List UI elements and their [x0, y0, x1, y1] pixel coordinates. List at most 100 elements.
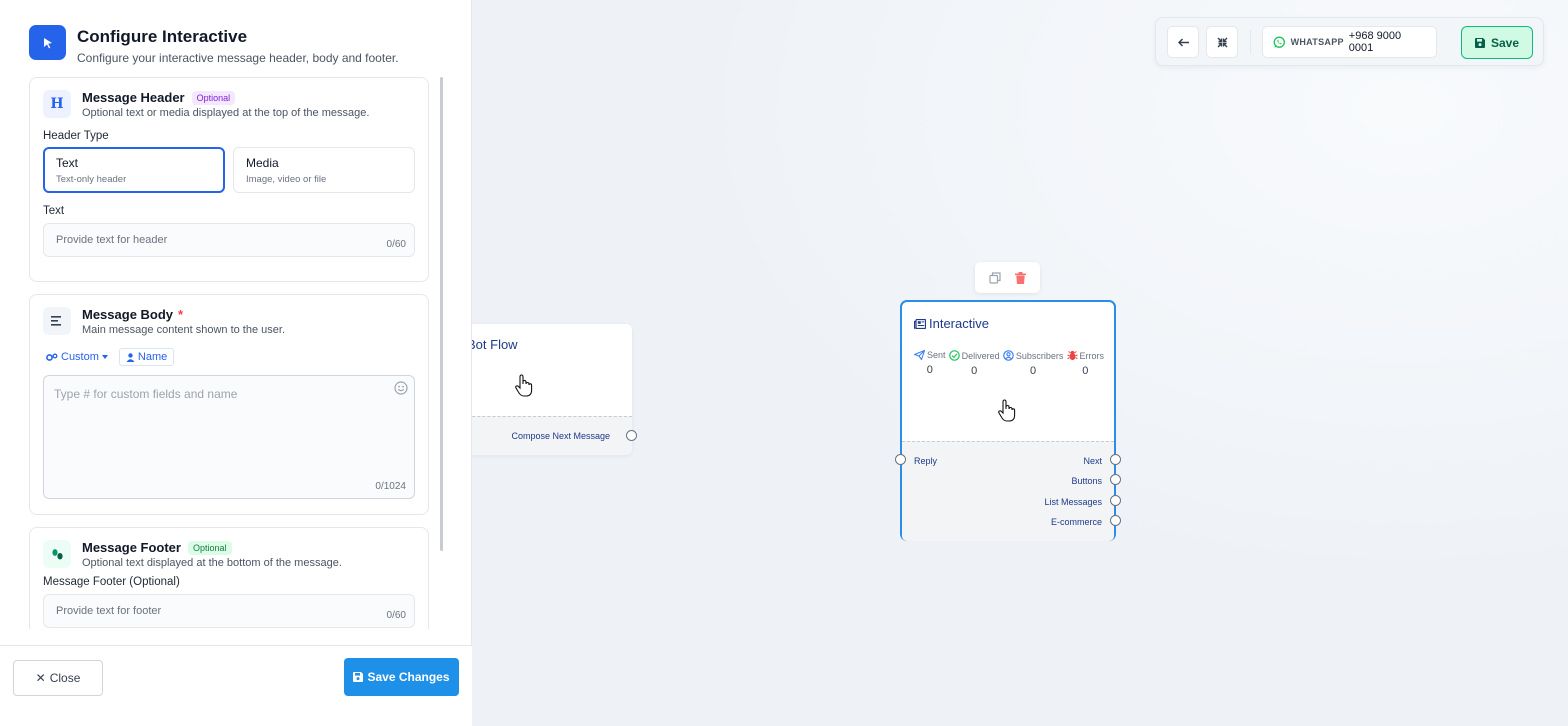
custom-fields-dropdown[interactable]: Custom	[43, 349, 111, 365]
footer-shoe-icon	[43, 540, 71, 568]
interactive-node-ports: Reply Next Buttons List Messages E-comme…	[895, 441, 1121, 541]
configure-panel: Configure Interactive Configure your int…	[0, 0, 472, 726]
align-left-icon	[43, 307, 71, 335]
stat-label: Delivered	[961, 350, 1000, 361]
save-flow-label: Save	[1490, 35, 1520, 50]
message-header-card: H Message Header Optional Optional text …	[29, 77, 429, 282]
gears-icon	[46, 353, 58, 361]
optional-badge: Optional	[191, 90, 236, 105]
newspaper-icon	[914, 318, 926, 329]
footer-field-label: Message Footer (Optional)	[43, 576, 180, 588]
stat-sent: Sent 0	[914, 350, 946, 377]
config-scroll-area[interactable]: H Message Header Optional Optional text …	[29, 77, 429, 629]
bot-flow-node[interactable]: Bot Flow Compose Next Message	[472, 324, 637, 455]
floppy-disk-icon	[1474, 37, 1485, 48]
stat-value: 0	[1082, 365, 1089, 377]
output-port-next[interactable]	[1110, 454, 1121, 465]
floppy-disk-icon	[353, 672, 364, 682]
output-label-next: Next	[1083, 456, 1102, 466]
message-body-card: Message Body * Main message content show…	[29, 294, 429, 515]
channel-selector[interactable]: WHATSAPP +968 9000 0001	[1262, 26, 1437, 58]
option-desc: Image, video or file	[246, 174, 327, 185]
panel-footer: ✕ Close Save Changes	[0, 645, 472, 726]
save-changes-label: Save Changes	[367, 670, 450, 684]
header-text-input[interactable]	[56, 234, 356, 246]
check-circle-icon	[948, 350, 960, 361]
message-body-textarea[interactable]	[44, 376, 414, 498]
panel-header: Configure Interactive Configure your int…	[29, 25, 399, 65]
message-footer-subtitle: Optional text displayed at the bottom of…	[82, 557, 342, 569]
output-label-buttons: Buttons	[1071, 476, 1102, 486]
stat-value: 0	[1030, 365, 1037, 377]
header-type-options: Text Text-only header Media Image, video…	[43, 147, 415, 193]
optional-badge: Optional	[187, 540, 232, 555]
stat-label: Sent	[927, 350, 946, 360]
cursor-pointer-icon	[29, 25, 66, 60]
back-button[interactable]	[1167, 26, 1199, 58]
emoji-icon[interactable]	[394, 381, 408, 395]
reply-input-port[interactable]	[895, 454, 906, 465]
trash-icon[interactable]	[1015, 271, 1026, 284]
close-button[interactable]: ✕ Close	[13, 660, 103, 696]
stat-errors: Errors 0	[1066, 350, 1104, 377]
message-footer-card: Message Footer Optional Optional text di…	[29, 527, 429, 629]
option-name: Media	[246, 156, 279, 170]
close-icon: ✕	[35, 671, 46, 685]
collapse-button[interactable]	[1206, 26, 1238, 58]
option-desc: Text-only header	[56, 174, 127, 185]
arrow-left-icon	[1177, 37, 1189, 47]
canvas-toolbar: WHATSAPP +968 9000 0001 Save	[1155, 17, 1544, 66]
save-changes-button[interactable]: Save Changes	[344, 658, 459, 696]
close-label: Close	[49, 671, 81, 685]
panel-scrollbar[interactable]	[440, 77, 443, 551]
whatsapp-icon	[1273, 36, 1285, 48]
insert-name-chip[interactable]: Name	[118, 348, 175, 366]
hand-cursor-icon	[998, 399, 1016, 422]
message-header-subtitle: Optional text or media displayed at the …	[82, 107, 370, 119]
stat-value: 0	[971, 365, 978, 377]
stat-delivered: Delivered 0	[948, 350, 1000, 377]
custom-chip-label: Custom	[61, 351, 99, 363]
header-type-media-option[interactable]: Media Image, video or file	[233, 147, 415, 193]
header-text-label: Text	[43, 205, 65, 217]
insert-chips: Custom Name	[43, 348, 415, 366]
user-circle-icon	[1003, 350, 1014, 361]
footer-text-field: 0/60	[43, 594, 415, 628]
compose-next-label: Compose Next Message	[511, 431, 610, 441]
compress-icon	[1217, 37, 1227, 47]
channel-name: WHATSAPP	[1290, 37, 1344, 47]
footer-text-input[interactable]	[56, 605, 356, 617]
page-subtitle: Configure your interactive message heade…	[77, 51, 399, 65]
stat-value: 0	[926, 364, 933, 376]
message-body-title: Message Body	[82, 307, 174, 322]
message-body-field: 0/1024	[43, 375, 415, 499]
output-label-ecommerce: E-commerce	[1050, 517, 1102, 527]
message-body-subtitle: Main message content shown to the user.	[82, 324, 286, 336]
stat-label: Subscribers	[1015, 350, 1064, 361]
save-flow-button[interactable]: Save	[1461, 26, 1533, 59]
header-type-label: Header Type	[43, 130, 109, 142]
channel-phone: +968 9000 0001	[1348, 30, 1402, 54]
bug-icon	[1066, 350, 1078, 361]
reply-label: Reply	[914, 456, 938, 466]
header-text-counter: 0/60	[386, 239, 406, 250]
option-name: Text	[56, 156, 79, 170]
message-footer-title: Message Footer	[82, 540, 181, 555]
bot-flow-title: Bot Flow	[472, 337, 518, 352]
flow-canvas[interactable]: WHATSAPP +968 9000 0001 Save Bot Flow Co…	[472, 0, 1568, 726]
output-label-list-messages: List Messages	[1044, 497, 1102, 507]
name-chip-label: Name	[137, 351, 168, 363]
output-port-buttons[interactable]	[1110, 474, 1121, 485]
node-actions	[975, 262, 1040, 293]
node-stats: Sent 0 Delivered 0 Subscribers 0 Errors …	[914, 350, 1104, 377]
bot-flow-outputs: Compose Next Message	[472, 416, 637, 455]
output-port[interactable]	[626, 430, 637, 441]
hand-cursor-icon	[515, 374, 533, 397]
caret-down-icon	[101, 355, 108, 359]
header-type-text-option[interactable]: Text Text-only header	[43, 147, 225, 193]
copy-icon[interactable]	[989, 271, 1001, 284]
user-icon	[126, 352, 135, 362]
output-port-list-messages[interactable]	[1110, 495, 1121, 506]
page-title: Configure Interactive	[77, 27, 248, 46]
output-port-ecommerce[interactable]	[1110, 515, 1121, 526]
